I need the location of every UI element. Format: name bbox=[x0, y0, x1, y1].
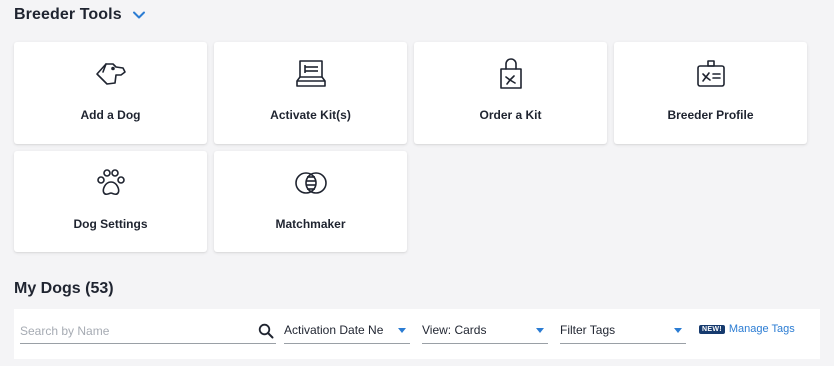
new-badge: NEW! bbox=[699, 324, 725, 334]
dropdown-caret-icon bbox=[536, 328, 544, 333]
tool-label: Add a Dog bbox=[80, 108, 141, 122]
tool-label: Order a Kit bbox=[479, 108, 542, 122]
view-select[interactable]: View: Cards bbox=[422, 320, 548, 344]
breeder-tools-header: Breeder Tools bbox=[14, 6, 146, 24]
manage-tags-label: Manage Tags bbox=[728, 323, 795, 335]
search-input[interactable] bbox=[20, 320, 246, 342]
manage-tags-link[interactable]: NEW! Manage Tags bbox=[699, 323, 795, 335]
dog-filter-bar: Activation Date Ne View: Cards Filter Ta… bbox=[14, 309, 820, 359]
dropdown-caret-icon bbox=[398, 328, 406, 333]
overlap-circles-icon bbox=[293, 165, 329, 201]
search-icon[interactable] bbox=[258, 323, 274, 339]
sort-value: Activation Date Ne bbox=[284, 323, 384, 337]
chevron-down-icon[interactable] bbox=[132, 8, 146, 22]
tags-select[interactable]: Filter Tags bbox=[560, 320, 686, 344]
view-value: View: Cards bbox=[422, 323, 487, 337]
tool-label: Dog Settings bbox=[73, 217, 148, 231]
sort-select[interactable]: Activation Date Ne bbox=[284, 320, 410, 344]
paw-icon bbox=[93, 165, 129, 201]
id-badge-icon bbox=[693, 56, 729, 92]
search-field bbox=[20, 320, 276, 344]
dropdown-caret-icon bbox=[674, 328, 682, 333]
laptop-kit-icon bbox=[293, 56, 329, 92]
order-kit-card[interactable]: Order a Kit bbox=[414, 42, 607, 144]
tool-label: Activate Kit(s) bbox=[270, 108, 351, 122]
matchmaker-card[interactable]: Matchmaker bbox=[214, 151, 407, 252]
activate-kit-card[interactable]: Activate Kit(s) bbox=[214, 42, 407, 144]
my-dogs-title: My Dogs (53) bbox=[14, 280, 114, 297]
add-dog-card[interactable]: Add a Dog bbox=[14, 42, 207, 144]
section-title: Breeder Tools bbox=[14, 6, 122, 23]
tags-value: Filter Tags bbox=[560, 323, 616, 337]
shopping-bag-icon bbox=[493, 56, 529, 92]
tool-label: Breeder Profile bbox=[667, 108, 754, 122]
breeder-dashboard: Breeder Tools Add a Dog Activate Kit(s) … bbox=[0, 0, 834, 366]
dog-head-icon bbox=[93, 56, 129, 92]
tool-label: Matchmaker bbox=[275, 217, 346, 231]
breeder-profile-card[interactable]: Breeder Profile bbox=[614, 42, 807, 144]
dog-settings-card[interactable]: Dog Settings bbox=[14, 151, 207, 252]
